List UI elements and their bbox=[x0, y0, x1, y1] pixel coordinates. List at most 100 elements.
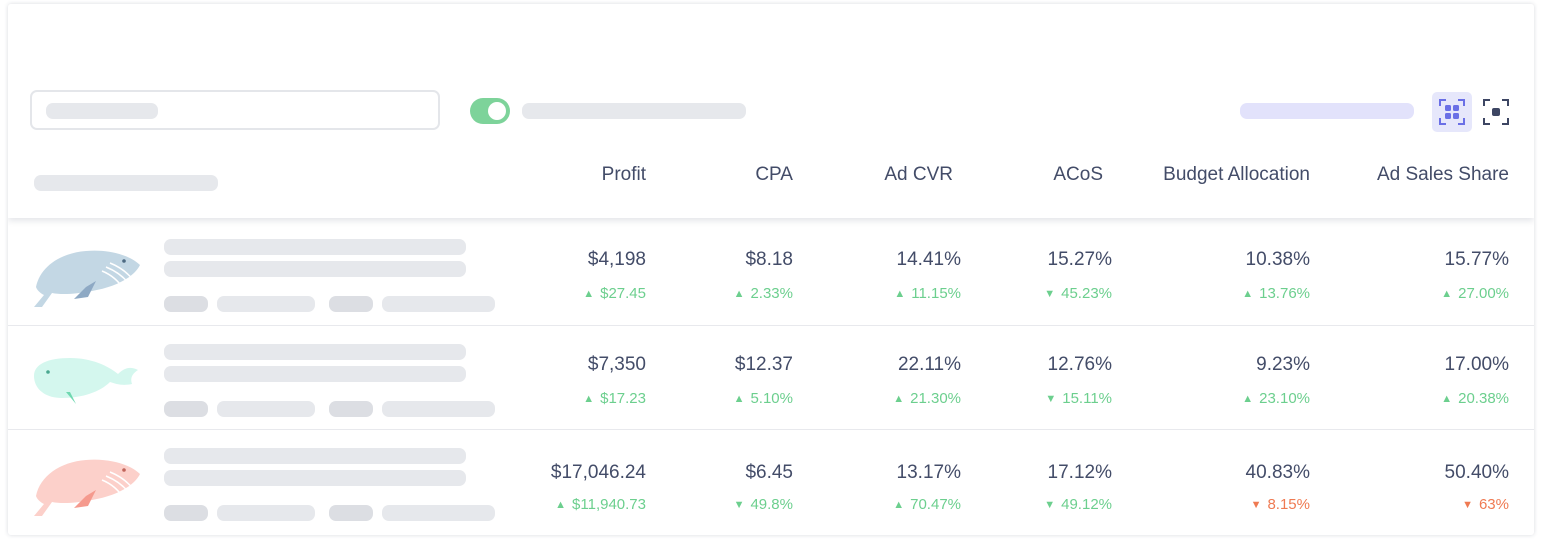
product-title-skeleton bbox=[164, 344, 466, 360]
tag-skeleton bbox=[329, 401, 373, 417]
view-label-skeleton bbox=[1240, 103, 1414, 119]
delta-value: 49.12% bbox=[1061, 496, 1112, 513]
search-placeholder-skeleton bbox=[46, 103, 158, 119]
column-header-cpa[interactable]: CPA bbox=[755, 164, 793, 186]
product-subtitle-skeleton bbox=[164, 261, 466, 277]
product-subtitle-skeleton bbox=[164, 470, 466, 486]
blue-whale-image bbox=[34, 250, 140, 307]
cpa-value: $6.45 bbox=[745, 462, 793, 483]
ad-cvr-delta: ▲ 11.15% bbox=[894, 285, 961, 302]
tag-skeleton bbox=[164, 296, 208, 312]
grid-view-icon bbox=[1439, 99, 1465, 125]
delta-value: $11,940.73 bbox=[572, 496, 646, 513]
trend-up-icon: ▲ bbox=[893, 392, 905, 405]
delta-value: 70.47% bbox=[910, 496, 961, 513]
toggle-knob bbox=[488, 102, 506, 120]
ad-cvr-value: 13.17% bbox=[896, 462, 961, 483]
ad-sales-share-value: 17.00% bbox=[1444, 354, 1509, 375]
column-header-profit[interactable]: Profit bbox=[602, 164, 646, 186]
trend-up-icon: ▲ bbox=[893, 498, 905, 511]
delta-value: 8.15% bbox=[1267, 496, 1310, 513]
grid-view-button[interactable] bbox=[1432, 92, 1472, 132]
acos-delta: ▼ 49.12% bbox=[1044, 496, 1112, 513]
budget-allocation-delta: ▲ 23.10% bbox=[1242, 390, 1310, 407]
table-row[interactable]: $17,046.24 ▲ $11,940.73 $6.45 ▼ 49.8% 13.1… bbox=[8, 429, 1534, 533]
cpa-delta: ▲ 2.33% bbox=[734, 285, 793, 302]
product-column-header-skeleton bbox=[34, 175, 218, 191]
product-title-skeleton bbox=[164, 239, 466, 255]
profit-value: $17,046.24 bbox=[550, 462, 646, 483]
trend-down-icon: ▼ bbox=[1044, 498, 1056, 511]
delta-value: 11.15% bbox=[911, 285, 961, 302]
delta-value: 13.76% bbox=[1259, 285, 1310, 302]
budget-allocation-delta: ▲ 13.76% bbox=[1242, 285, 1310, 302]
table-row[interactable]: $4,198 ▲ $27.45 $8.18 ▲ 2.33% 14.41% ▲ 11.1… bbox=[8, 221, 1534, 325]
comparison-toggle[interactable] bbox=[470, 98, 510, 124]
ad-sales-share-value: 15.77% bbox=[1444, 249, 1509, 270]
metrics-card: Profit CPA Ad CVR ACoS Budget Allocation… bbox=[8, 4, 1534, 535]
mint-whale-image bbox=[34, 358, 138, 404]
trend-up-icon: ▲ bbox=[894, 287, 906, 300]
delta-value: 27.00% bbox=[1458, 285, 1509, 302]
delta-value: 45.23% bbox=[1061, 285, 1112, 302]
ad-cvr-value: 14.41% bbox=[896, 249, 961, 270]
product-title-skeleton bbox=[164, 448, 466, 464]
trend-up-icon: ▲ bbox=[733, 392, 745, 405]
acos-value: 12.76% bbox=[1047, 354, 1112, 375]
cpa-delta: ▲ 5.10% bbox=[734, 390, 793, 407]
column-header-budget-allocation[interactable]: Budget Allocation bbox=[1163, 164, 1310, 186]
delta-value: 15.11% bbox=[1062, 390, 1112, 407]
table-header: Profit CPA Ad CVR ACoS Budget Allocation… bbox=[8, 4, 1534, 218]
delta-value: 21.30% bbox=[910, 390, 961, 407]
delta-value: 63% bbox=[1478, 496, 1509, 513]
trend-up-icon: ▲ bbox=[1441, 287, 1453, 300]
column-header-ad-sales-share[interactable]: Ad Sales Share bbox=[1377, 164, 1509, 186]
tag-skeleton bbox=[164, 401, 208, 417]
budget-allocation-delta: ▼ 8.15% bbox=[1251, 496, 1310, 513]
product-subtitle-skeleton bbox=[164, 366, 466, 382]
trend-down-icon: ▼ bbox=[1250, 498, 1262, 511]
column-header-acos[interactable]: ACoS bbox=[1053, 164, 1103, 186]
tag-skeleton bbox=[217, 401, 315, 417]
table-row[interactable]: $7,350 ▲ $17.23 $12.37 ▲ 5.10% 22.11% ▲ 21.… bbox=[8, 325, 1534, 429]
ad-cvr-delta: ▲ 70.47% bbox=[893, 496, 961, 513]
pink-whale-image bbox=[34, 459, 140, 516]
tag-skeleton bbox=[382, 401, 495, 417]
ad-sales-share-delta: ▲ 27.00% bbox=[1441, 285, 1509, 302]
tag-skeleton bbox=[217, 296, 315, 312]
trend-up-icon: ▲ bbox=[583, 287, 595, 300]
trend-up-icon: ▲ bbox=[583, 392, 595, 405]
profit-value: $4,198 bbox=[587, 249, 646, 270]
profit-delta: ▲ $11,940.73 bbox=[555, 496, 646, 513]
trend-down-icon: ▼ bbox=[733, 498, 745, 511]
acos-value: 15.27% bbox=[1047, 249, 1112, 270]
cpa-value: $12.37 bbox=[734, 354, 793, 375]
profit-delta: ▲ $17.23 bbox=[583, 390, 646, 407]
tag-skeleton bbox=[382, 296, 495, 312]
tag-skeleton bbox=[217, 505, 315, 521]
trend-down-icon: ▼ bbox=[1045, 392, 1057, 405]
trend-down-icon: ▼ bbox=[1462, 498, 1473, 511]
trend-up-icon: ▲ bbox=[733, 287, 745, 300]
search-input[interactable] bbox=[30, 90, 440, 130]
cpa-value: $8.18 bbox=[745, 249, 793, 270]
ad-sales-share-delta: ▲ 20.38% bbox=[1441, 390, 1509, 407]
tag-skeleton bbox=[329, 296, 373, 312]
trend-up-icon: ▲ bbox=[1242, 287, 1254, 300]
trend-up-icon: ▲ bbox=[1242, 392, 1254, 405]
trend-up-icon: ▲ bbox=[1441, 392, 1453, 405]
trend-up-icon: ▲ bbox=[555, 498, 567, 511]
delta-value: 20.38% bbox=[1458, 390, 1509, 407]
acos-delta: ▼ 15.11% bbox=[1045, 390, 1112, 407]
acos-delta: ▼ 45.23% bbox=[1044, 285, 1112, 302]
tag-skeleton bbox=[164, 505, 208, 521]
column-header-ad-cvr[interactable]: Ad CVR bbox=[884, 164, 953, 186]
toggle-label-skeleton bbox=[522, 103, 746, 119]
delta-value: 2.33% bbox=[750, 285, 793, 302]
cpa-delta: ▼ 49.8% bbox=[734, 496, 793, 513]
fullscreen-icon bbox=[1483, 99, 1509, 125]
acos-value: 17.12% bbox=[1047, 462, 1112, 483]
fullscreen-view-button[interactable] bbox=[1476, 92, 1516, 132]
profit-delta: ▲ $27.45 bbox=[583, 285, 646, 302]
delta-value: 49.8% bbox=[750, 496, 793, 513]
